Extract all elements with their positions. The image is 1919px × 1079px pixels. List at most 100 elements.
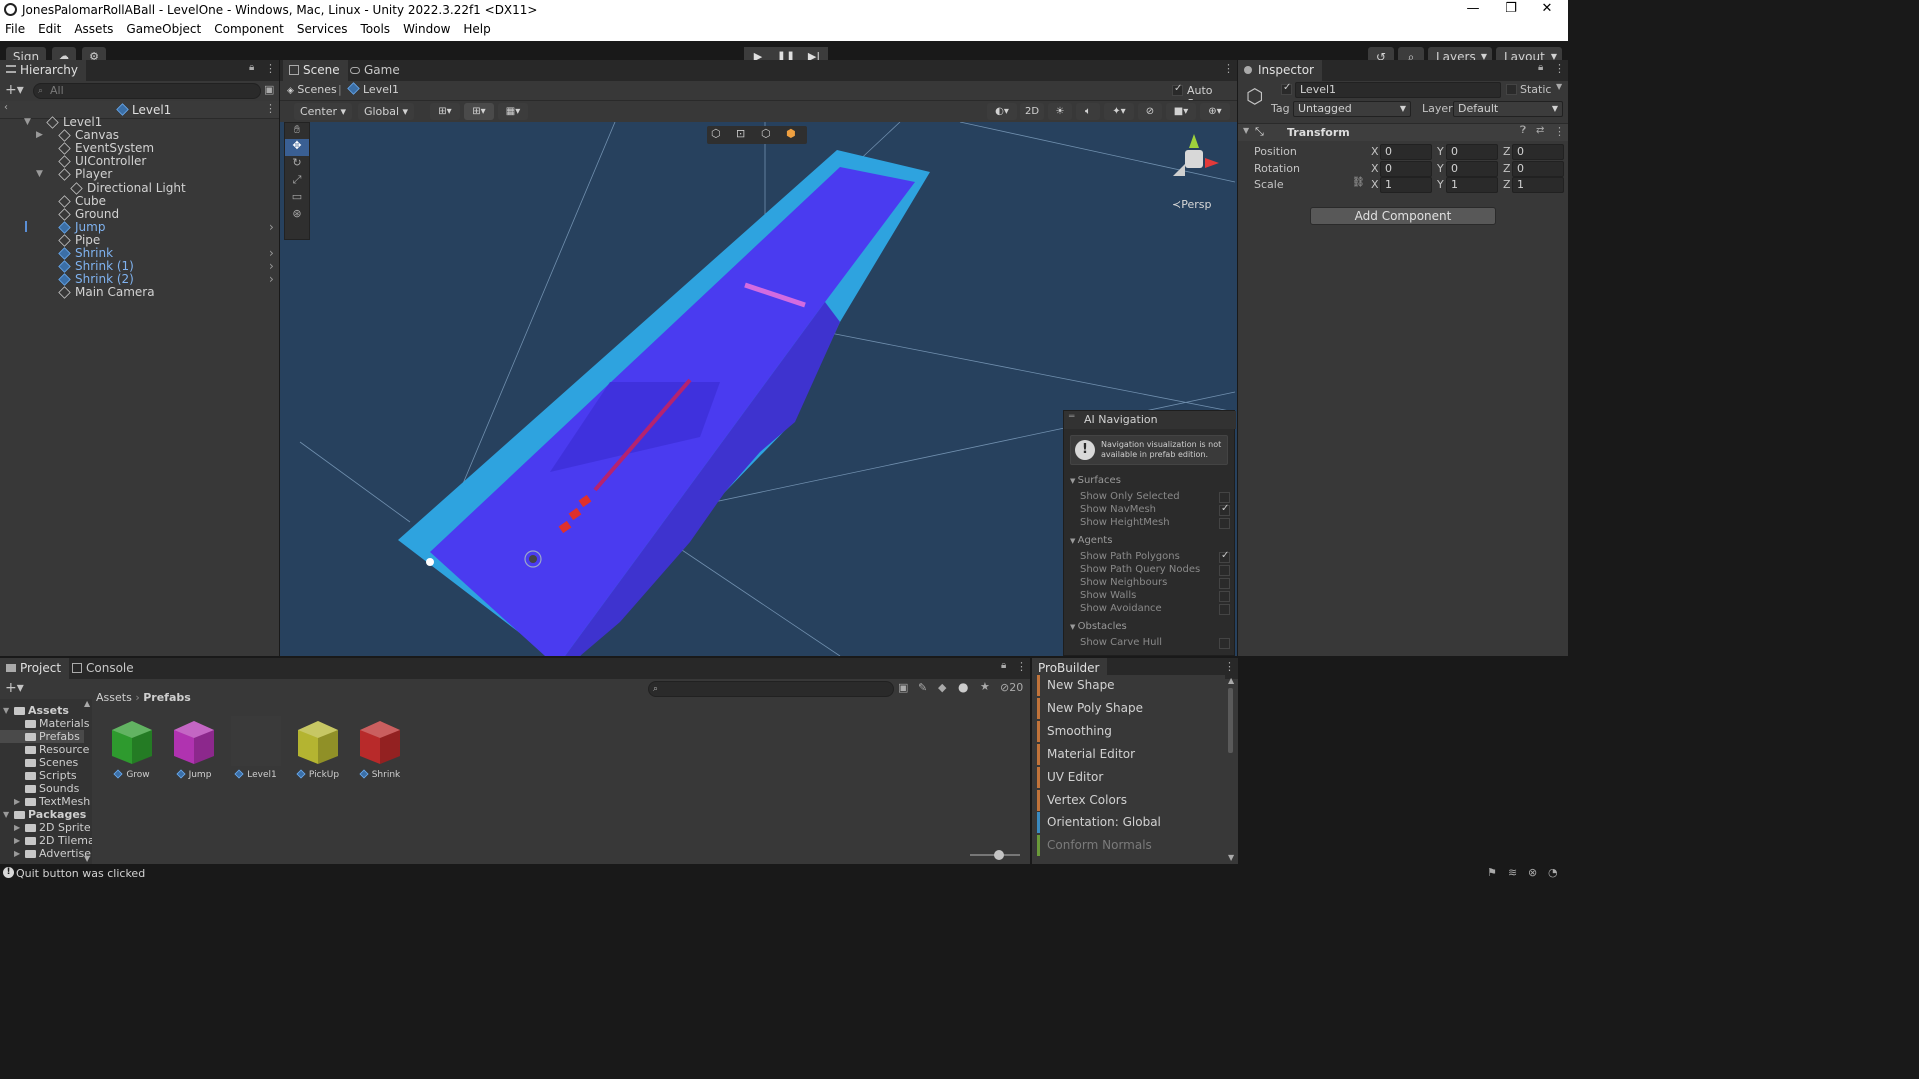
asset-item[interactable]: PickUp <box>292 716 344 780</box>
menu-edit[interactable]: Edit <box>31 20 67 36</box>
ai-nav-checkbox[interactable] <box>1219 578 1230 589</box>
scrollbar-thumb[interactable] <box>1228 688 1233 753</box>
asset-item[interactable]: Jump <box>168 716 220 780</box>
fold-expanded-icon[interactable]: ▼ <box>1070 477 1078 485</box>
grid-visibility-icon[interactable]: ⊞▾ <box>464 103 494 120</box>
project-folder-item[interactable]: ▼ Assets <box>0 704 84 717</box>
gizmos-toggle-icon[interactable]: ⊕▾ <box>1200 103 1230 120</box>
add-icon[interactable]: +▾ <box>5 680 24 696</box>
probuilder-tool-button[interactable]: UV Editor <box>1037 766 1225 788</box>
fold-collapsed-icon[interactable]: ▶ <box>14 834 20 847</box>
scroll-down-icon[interactable]: ▼ <box>1228 853 1234 862</box>
increment-snap-icon[interactable]: ▦▾ <box>498 103 528 120</box>
lock-icon[interactable]: 🔒︎ <box>1001 660 1006 671</box>
rotate-tool-icon[interactable]: ↻ <box>285 156 309 173</box>
project-folder-item[interactable]: Scenes <box>0 756 84 769</box>
orientation-gizmo[interactable] <box>1165 130 1225 190</box>
position-x-field[interactable]: 0 <box>1380 144 1432 160</box>
scene-visibility-icon[interactable]: ▣ <box>264 83 274 96</box>
face-mode-icon[interactable]: ⬢ <box>786 127 796 140</box>
ai-nav-checkbox[interactable] <box>1219 492 1230 503</box>
object-mode-icon[interactable]: ⬡ <box>711 127 721 140</box>
project-folder-item[interactable]: Sounds <box>0 782 84 795</box>
lock-icon[interactable]: 🔒︎ <box>1538 62 1543 73</box>
search-by-label-icon[interactable]: ✎ <box>918 681 927 694</box>
menu-file[interactable]: File <box>0 20 31 36</box>
help-icon[interactable]: ❓︎ <box>1520 125 1526 136</box>
gizmo-center[interactable] <box>1185 150 1203 168</box>
menu-window[interactable]: Window <box>396 20 456 36</box>
scale-x-axis-label[interactable]: X <box>1371 178 1379 191</box>
ai-nav-checkbox[interactable] <box>1219 565 1230 576</box>
menu-gameobject[interactable]: GameObject <box>119 20 207 36</box>
project-folder-item[interactable]: ▶ Advertise <box>0 847 91 860</box>
project-folder-item[interactable]: Prefabs <box>0 730 84 743</box>
breadcrumb-scenes[interactable]: ◈ Scenes <box>287 83 337 96</box>
ai-nav-section-header[interactable]: ▼ Surfaces <box>1070 475 1121 486</box>
vertex-mode-icon[interactable]: ⊡ <box>736 127 745 140</box>
probuilder-tool-button[interactable]: Vertex Colors <box>1037 789 1225 811</box>
asset-item[interactable]: Level1 <box>230 716 282 780</box>
project-folder-item[interactable]: ▶ 2D Tilema <box>0 834 92 847</box>
warning-filter-icon[interactable]: ● <box>958 680 968 694</box>
tab-hierarchy[interactable]: Hierarchy <box>0 60 87 81</box>
breadcrumb-assets[interactable]: Assets <box>96 691 132 704</box>
static-checkbox[interactable] <box>1506 84 1517 95</box>
position-z-axis-label[interactable]: Z <box>1503 145 1511 158</box>
camera-settings-icon[interactable]: ■▾ <box>1166 103 1196 120</box>
more-options-icon[interactable]: ⋮ <box>1554 125 1565 138</box>
position-y-field[interactable]: 0 <box>1446 144 1498 160</box>
position-x-axis-label[interactable]: X <box>1371 145 1379 158</box>
fold-expanded-icon[interactable]: ▼ <box>3 808 9 821</box>
more-options-icon[interactable]: ⋮ <box>1223 62 1234 75</box>
scale-z-axis-label[interactable]: Z <box>1503 178 1511 191</box>
bug-report-icon[interactable]: ⚑ <box>1487 866 1497 879</box>
ai-nav-checkbox[interactable] <box>1219 503 1230 516</box>
project-folder-item[interactable]: ▶ 2D Sprite <box>0 821 91 834</box>
position-z-field[interactable]: 0 <box>1512 144 1564 160</box>
tab-inspector[interactable]: Inspector <box>1238 60 1322 81</box>
ai-nav-checkbox[interactable] <box>1219 638 1230 649</box>
fold-expanded-icon[interactable]: ▼ <box>1070 537 1078 545</box>
probuilder-tool-button[interactable]: Orientation: Global <box>1037 812 1225 834</box>
lock-icon[interactable]: 🔒︎ <box>249 62 254 73</box>
position-y-axis-label[interactable]: Y <box>1437 145 1444 158</box>
icon-size-slider[interactable] <box>970 850 1020 860</box>
ai-nav-checkbox[interactable] <box>1219 604 1230 615</box>
tab-project[interactable]: Project <box>0 658 70 679</box>
probuilder-tool-button[interactable]: Material Editor <box>1037 743 1225 765</box>
presets-icon[interactable]: ⇄ <box>1536 125 1544 136</box>
add-component-button[interactable]: Add Component <box>1310 207 1496 225</box>
gizmo-y-axis[interactable] <box>1189 134 1199 148</box>
asset-item[interactable]: Shrink <box>354 716 406 780</box>
close-button[interactable]: ✕ <box>1524 0 1570 20</box>
global-local-dropdown[interactable]: Global ▾ <box>358 103 414 120</box>
ai-nav-section-header[interactable]: ▼ Agents <box>1070 535 1112 546</box>
project-folder-item[interactable]: ▶ TextMesh <box>0 795 90 808</box>
cache-server-icon[interactable]: ≋ <box>1508 866 1517 879</box>
drag-handle-icon[interactable]: ═ <box>1069 412 1074 422</box>
edge-mode-icon[interactable]: ⬡ <box>761 127 771 140</box>
search-by-type-icon[interactable]: ▣ <box>898 681 908 694</box>
probuilder-tool-button[interactable]: Conform Normals <box>1037 835 1225 857</box>
more-options-icon[interactable]: ⋮ <box>1016 660 1027 673</box>
breadcrumb-level1[interactable]: Level1 <box>347 82 399 96</box>
project-folder-item[interactable]: Scripts <box>0 769 84 782</box>
probuilder-tool-button[interactable]: Smoothing <box>1037 720 1225 742</box>
ai-nav-checkbox[interactable] <box>1219 550 1230 563</box>
project-folder-item[interactable]: ▼ Packages <box>0 808 86 821</box>
scroll-up-icon[interactable]: ▲ <box>1228 676 1234 685</box>
move-tool-icon[interactable]: ✥ <box>285 139 309 156</box>
tab-console[interactable]: Console <box>66 658 142 679</box>
scale-z-field[interactable]: 1 <box>1512 177 1564 193</box>
rotation-y-field[interactable]: 0 <box>1446 161 1498 177</box>
hierarchy-search-input[interactable]: ⌕ All <box>33 83 261 99</box>
fold-expanded-icon[interactable]: ▼ <box>1070 623 1078 631</box>
project-folder-item[interactable]: Materials <box>0 717 89 730</box>
2d-mode-button[interactable]: 2D <box>1020 103 1044 120</box>
hierarchy-item[interactable]: Main Camera <box>0 284 279 300</box>
pivot-center-dropdown[interactable]: Center ▾ <box>294 103 352 120</box>
slider-handle[interactable] <box>994 850 1004 860</box>
ai-nav-checkbox[interactable] <box>1219 518 1230 529</box>
rotation-z-field[interactable]: 0 <box>1512 161 1564 177</box>
